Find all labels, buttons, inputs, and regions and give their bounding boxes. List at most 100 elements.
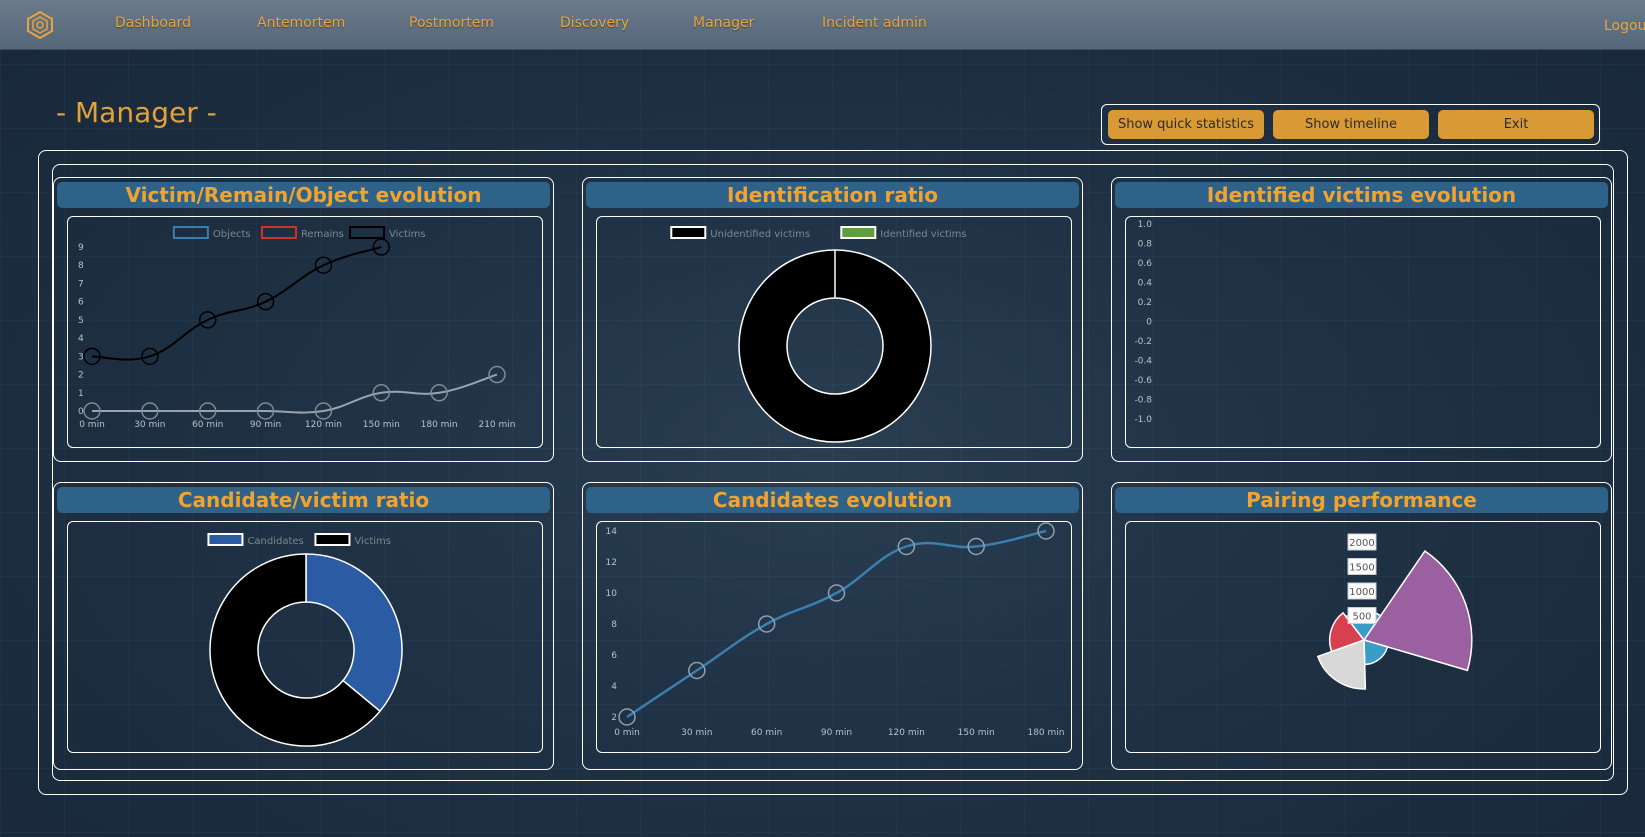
candratio-slice-0 bbox=[305, 553, 403, 713]
panel-vro-evolution: Victim/Remain/Object evolution 0 1 2 3 4 5 6 7 8… bbox=[53, 177, 554, 462]
y-tick-label: 2 bbox=[611, 713, 617, 723]
y-tick-label: 8 bbox=[611, 620, 617, 630]
idratio-inner-ring bbox=[786, 297, 884, 395]
y-tick-label: 10 bbox=[606, 589, 618, 599]
candratio-doughnut-chart: Candidates Victims bbox=[207, 533, 403, 747]
pairing-polar-chart: 500 1000 1500 2000 bbox=[1316, 533, 1473, 690]
candratio-chart-box: Candidates Victims bbox=[67, 521, 543, 753]
y-tick-label: 0.4 bbox=[1138, 279, 1153, 289]
nav-incident-admin[interactable]: Incident admin bbox=[822, 15, 927, 31]
y-tick-label: -1.0 bbox=[1134, 415, 1152, 425]
y-tick-label: 1 bbox=[78, 389, 84, 399]
candevo-line-chart: 2 4 6 8 10 12 14 0 min 30 min 60 min 90 min 120 min… bbox=[606, 522, 1065, 738]
nav-discovery[interactable]: Discovery bbox=[560, 15, 629, 31]
y-tick-label: 4 bbox=[611, 682, 617, 692]
idvictims-chart-box: 1.0 0.8 0.6 0.4 0.2 0 -0.2 -0.4 -0.6 -0.8 -1.0 bbox=[1125, 216, 1601, 448]
top-navbar: Dashboard Antemortem Postmortem Discover… bbox=[0, 0, 1645, 50]
y-tick-label: 3 bbox=[78, 352, 84, 362]
x-tick-label: 90 min bbox=[821, 728, 852, 738]
y-tick-label: 0.2 bbox=[1138, 298, 1152, 308]
y-tick-label: -0.4 bbox=[1134, 357, 1152, 367]
x-tick-label: 0 min bbox=[614, 728, 640, 738]
exit-button[interactable]: Exit bbox=[1438, 110, 1594, 139]
vro-chart-box: 01234567890 min 30 min 60 min 90 min 120 min… bbox=[67, 216, 543, 448]
x-tick-label: 180 min bbox=[421, 420, 458, 430]
idratio-doughnut-chart: Unidentified victims Identified victims bbox=[670, 226, 967, 443]
y-tick-label: 0.8 bbox=[1138, 240, 1153, 250]
polar-tick-label: 500 bbox=[1352, 612, 1371, 623]
y-tick-label: 5 bbox=[78, 316, 84, 326]
panel-title: Identified victims evolution bbox=[1115, 182, 1608, 208]
legend-label-1: Victims bbox=[354, 536, 391, 547]
nav-dashboard[interactable]: Dashboard bbox=[115, 15, 191, 31]
x-tick-label: 90 min bbox=[250, 420, 281, 430]
legend-swatch-0 bbox=[172, 226, 209, 239]
legend-swatch-0 bbox=[207, 533, 244, 546]
show-timeline-button[interactable]: Show timeline bbox=[1273, 110, 1429, 139]
x-tick-label: 150 min bbox=[958, 728, 995, 738]
panel-candidate-victim-ratio: Candidate/victim ratio Candidates Victims bbox=[53, 482, 554, 770]
y-tick-label: -0.6 bbox=[1134, 376, 1152, 386]
panel-candidates-evolution: Candidates evolution 2 4 6 8 10 12 14 0 min 30 m… bbox=[582, 482, 1083, 770]
y-tick-label: 8 bbox=[78, 261, 84, 271]
legend-swatch-2 bbox=[349, 226, 386, 239]
panel-title: Candidates evolution bbox=[586, 487, 1079, 513]
candevo-chart-box: 2 4 6 8 10 12 14 0 min 30 min 60 min 90 min 120 min… bbox=[596, 521, 1072, 753]
y-tick-label: 6 bbox=[611, 651, 617, 661]
y-tick-label: 12 bbox=[606, 558, 617, 568]
y-tick-label: -0.8 bbox=[1134, 396, 1152, 406]
vro-line-chart: 01234567890 min 30 min 60 min 90 min 120 min… bbox=[78, 226, 516, 430]
legend-swatch-0 bbox=[670, 226, 707, 239]
series-line-candidates bbox=[626, 529, 1047, 719]
legend-swatch-1 bbox=[840, 226, 877, 239]
x-tick-label: 150 min bbox=[363, 420, 400, 430]
pairing-chart-box: 500 1000 1500 2000 bbox=[1125, 521, 1601, 753]
y-tick-label: 0 bbox=[1146, 318, 1152, 328]
panel-identification-ratio: Identification ratio Unidentified victim… bbox=[582, 177, 1083, 462]
y-tick-label: 9 bbox=[78, 243, 84, 253]
legend-label-1: Remains bbox=[301, 229, 344, 240]
idvictims-line-chart: 1.0 0.8 0.6 0.4 0.2 0 -0.2 -0.4 -0.6 -0.8 -1.0 bbox=[1134, 220, 1153, 425]
polar-tick-label: 2000 bbox=[1349, 538, 1374, 549]
polar-tick-label: 1500 bbox=[1349, 563, 1374, 574]
x-tick-label: 120 min bbox=[888, 728, 925, 738]
logout-link[interactable]: Logout bbox=[1604, 18, 1645, 34]
nav-manager[interactable]: Manager bbox=[693, 15, 754, 31]
y-tick-label: 2 bbox=[78, 371, 84, 381]
action-button-group: Show quick statistics Show timeline Exit bbox=[1101, 104, 1600, 145]
legend-label-1: Identified victims bbox=[880, 229, 966, 240]
data-point-objects bbox=[488, 365, 506, 384]
legend-swatch-1 bbox=[314, 533, 351, 546]
y-tick-label: -0.2 bbox=[1134, 337, 1152, 347]
y-tick-label: 1.0 bbox=[1138, 220, 1153, 230]
x-tick-label: 180 min bbox=[1027, 728, 1064, 738]
polar-tick-label: 1000 bbox=[1349, 587, 1374, 598]
y-tick-label: 0 bbox=[78, 407, 84, 417]
x-tick-label: 30 min bbox=[681, 728, 712, 738]
y-tick-label: 6 bbox=[78, 298, 84, 308]
app-logo-icon[interactable] bbox=[26, 11, 54, 39]
series-line-objects bbox=[91, 373, 498, 414]
panel-title: Identification ratio bbox=[586, 182, 1079, 208]
x-tick-label: 30 min bbox=[134, 420, 165, 430]
x-tick-label: 60 min bbox=[192, 420, 223, 430]
show-quick-statistics-button[interactable]: Show quick statistics bbox=[1108, 110, 1264, 139]
y-tick-label: 0.6 bbox=[1138, 259, 1153, 269]
panel-title: Candidate/victim ratio bbox=[57, 487, 550, 513]
x-tick-label: 0 min bbox=[79, 420, 105, 430]
page-title: - Manager - bbox=[56, 96, 217, 129]
y-tick-label: 14 bbox=[606, 527, 618, 537]
legend-label-0: Candidates bbox=[247, 536, 303, 547]
idratio-chart-box: Unidentified victims Identified victims bbox=[596, 216, 1072, 448]
panel-title: Pairing performance bbox=[1115, 487, 1608, 513]
series-line-victims bbox=[91, 246, 382, 361]
panel-title: Victim/Remain/Object evolution bbox=[57, 182, 550, 208]
legend-label-0: Objects bbox=[213, 229, 251, 240]
legend-label-0: Unidentified victims bbox=[710, 229, 810, 240]
x-tick-label: 120 min bbox=[305, 420, 342, 430]
nav-antemortem[interactable]: Antemortem bbox=[257, 15, 345, 31]
x-tick-label: 60 min bbox=[751, 728, 782, 738]
nav-postmortem[interactable]: Postmortem bbox=[409, 15, 494, 31]
legend-swatch-1 bbox=[260, 226, 297, 239]
legend-label-2: Victims bbox=[389, 229, 426, 240]
